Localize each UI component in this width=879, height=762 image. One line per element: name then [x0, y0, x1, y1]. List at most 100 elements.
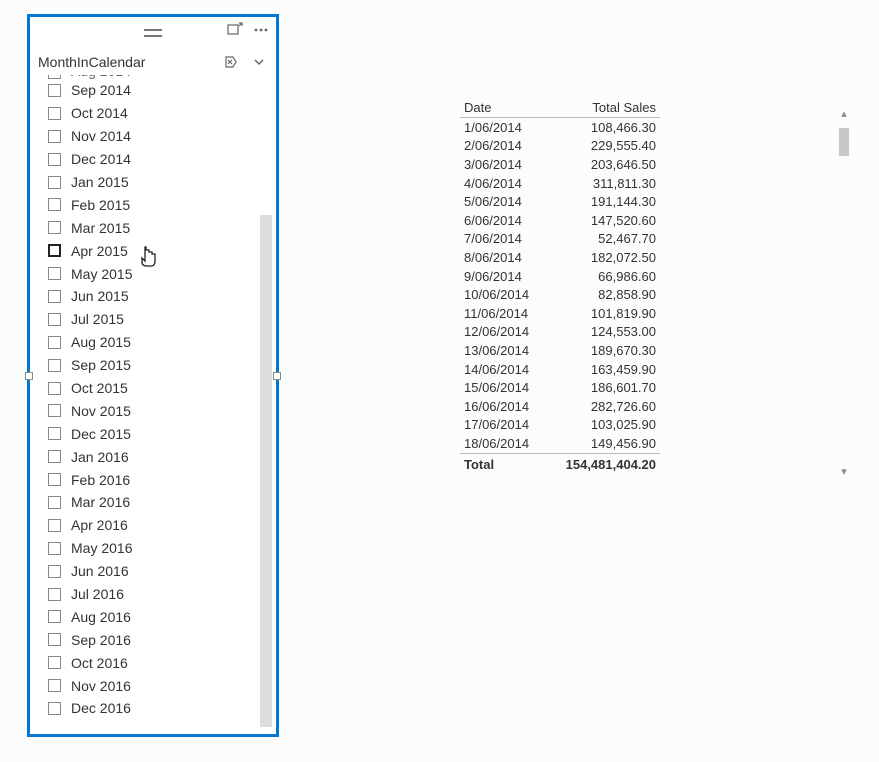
table-scrollbar[interactable]: ▴ ▾: [838, 108, 850, 478]
slicer-item-label: Apr 2015: [71, 243, 128, 259]
cell-sales: 82,858.90: [545, 285, 660, 304]
slicer-checkbox[interactable]: [48, 359, 61, 372]
table-row[interactable]: 12/06/2014124,553.00: [460, 323, 660, 342]
slicer-checkbox[interactable]: [48, 153, 61, 166]
slicer-item[interactable]: Mar 2015: [48, 216, 276, 239]
cell-date: 7/06/2014: [460, 230, 545, 249]
table-row[interactable]: 14/06/2014163,459.90: [460, 360, 660, 379]
scroll-thumb[interactable]: [839, 128, 849, 156]
scroll-up-icon[interactable]: ▴: [838, 108, 850, 120]
chevron-down-icon[interactable]: [250, 53, 268, 71]
table-row[interactable]: 7/06/201452,467.70: [460, 230, 660, 249]
table-row[interactable]: 4/06/2014311,811.30: [460, 174, 660, 193]
slicer-checkbox[interactable]: [48, 221, 61, 234]
column-header-date[interactable]: Date: [460, 98, 545, 118]
slicer-item-label: Oct 2014: [71, 105, 128, 121]
slicer-checkbox[interactable]: [48, 404, 61, 417]
slicer-item[interactable]: Dec 2014: [48, 148, 276, 171]
table-row[interactable]: 18/06/2014149,456.90: [460, 434, 660, 453]
slicer-checkbox[interactable]: [48, 198, 61, 211]
slicer-item[interactable]: Feb 2015: [48, 193, 276, 216]
slicer-item[interactable]: Jan 2015: [48, 171, 276, 194]
slicer-item[interactable]: Jul 2015: [48, 308, 276, 331]
slicer-checkbox[interactable]: [48, 290, 61, 303]
slicer-item[interactable]: Jun 2016: [48, 560, 276, 583]
slicer-item[interactable]: Oct 2014: [48, 102, 276, 125]
table-visual[interactable]: Date Total Sales 1/06/2014108,466.302/06…: [460, 98, 850, 498]
slicer-checkbox[interactable]: [48, 633, 61, 646]
slicer-checkbox[interactable]: [48, 313, 61, 326]
focus-mode-icon[interactable]: [226, 21, 244, 39]
slicer-item[interactable]: Aug 2016: [48, 605, 276, 628]
slicer-item-label: Dec 2015: [71, 426, 131, 442]
slicer-scrollbar[interactable]: [260, 215, 272, 727]
cell-sales: 191,144.30: [545, 192, 660, 211]
slicer-item[interactable]: Jan 2016: [48, 445, 276, 468]
slicer-item[interactable]: Oct 2015: [48, 377, 276, 400]
slicer-checkbox[interactable]: [48, 610, 61, 623]
slicer-checkbox[interactable]: [48, 473, 61, 486]
slicer-checkbox[interactable]: [48, 75, 61, 79]
slicer-checkbox[interactable]: [48, 336, 61, 349]
clear-selections-icon[interactable]: [222, 53, 240, 71]
slicer-checkbox[interactable]: [48, 519, 61, 532]
table-row[interactable]: 17/06/2014103,025.90: [460, 416, 660, 435]
slicer-drag-bar[interactable]: [30, 17, 276, 49]
table-row[interactable]: 2/06/2014229,555.40: [460, 137, 660, 156]
table-row[interactable]: 16/06/2014282,726.60: [460, 397, 660, 416]
slicer-item[interactable]: Nov 2016: [48, 674, 276, 697]
cell-sales: 101,819.90: [545, 304, 660, 323]
more-options-icon[interactable]: [252, 21, 270, 39]
slicer-checkbox[interactable]: [48, 588, 61, 601]
resize-handle-right[interactable]: [273, 372, 281, 380]
slicer-item-label: Jun 2015: [71, 288, 129, 304]
slicer-item[interactable]: Dec 2015: [48, 422, 276, 445]
slicer-checkbox[interactable]: [48, 542, 61, 555]
slicer-item[interactable]: Oct 2016: [48, 651, 276, 674]
table-row[interactable]: 13/06/2014189,670.30: [460, 341, 660, 360]
slicer-item[interactable]: May 2016: [48, 537, 276, 560]
slicer-item[interactable]: Apr 2015: [48, 239, 276, 262]
slicer-checkbox[interactable]: [48, 107, 61, 120]
slicer-item[interactable]: Sep 2015: [48, 354, 276, 377]
slicer-checkbox[interactable]: [48, 244, 61, 257]
table-row[interactable]: 6/06/2014147,520.60: [460, 211, 660, 230]
table-row[interactable]: 11/06/2014101,819.90: [460, 304, 660, 323]
column-header-total-sales[interactable]: Total Sales: [545, 98, 660, 118]
slicer-monthincalendar[interactable]: MonthInCalendar Aug 2014Sep 2014Oct 2014…: [27, 14, 279, 737]
slicer-checkbox[interactable]: [48, 496, 61, 509]
slicer-checkbox[interactable]: [48, 267, 61, 280]
table-row[interactable]: 8/06/2014182,072.50: [460, 248, 660, 267]
slicer-item[interactable]: Feb 2016: [48, 468, 276, 491]
resize-handle-left[interactable]: [25, 372, 33, 380]
table-row[interactable]: 15/06/2014186,601.70: [460, 378, 660, 397]
slicer-checkbox[interactable]: [48, 656, 61, 669]
slicer-checkbox[interactable]: [48, 176, 61, 189]
slicer-item-label: Jan 2016: [71, 449, 129, 465]
slicer-item[interactable]: Mar 2016: [48, 491, 276, 514]
slicer-checkbox[interactable]: [48, 130, 61, 143]
slicer-item[interactable]: Sep 2016: [48, 628, 276, 651]
slicer-checkbox[interactable]: [48, 565, 61, 578]
slicer-checkbox[interactable]: [48, 427, 61, 440]
table-row[interactable]: 3/06/2014203,646.50: [460, 155, 660, 174]
slicer-item[interactable]: Jul 2016: [48, 583, 276, 606]
table-row[interactable]: 1/06/2014108,466.30: [460, 118, 660, 137]
slicer-checkbox[interactable]: [48, 382, 61, 395]
slicer-checkbox[interactable]: [48, 84, 61, 97]
scroll-down-icon[interactable]: ▾: [838, 466, 850, 478]
table-row[interactable]: 9/06/201466,986.60: [460, 267, 660, 286]
slicer-checkbox[interactable]: [48, 702, 61, 715]
slicer-item[interactable]: May 2015: [48, 262, 276, 285]
slicer-item[interactable]: Sep 2014: [48, 79, 276, 102]
slicer-item[interactable]: Nov 2015: [48, 399, 276, 422]
table-row[interactable]: 10/06/201482,858.90: [460, 285, 660, 304]
slicer-item[interactable]: Nov 2014: [48, 125, 276, 148]
slicer-item[interactable]: Aug 2015: [48, 331, 276, 354]
slicer-checkbox[interactable]: [48, 450, 61, 463]
slicer-item[interactable]: Apr 2016: [48, 514, 276, 537]
slicer-item[interactable]: Dec 2016: [48, 697, 276, 720]
table-row[interactable]: 5/06/2014191,144.30: [460, 192, 660, 211]
slicer-item[interactable]: Jun 2015: [48, 285, 276, 308]
slicer-checkbox[interactable]: [48, 679, 61, 692]
